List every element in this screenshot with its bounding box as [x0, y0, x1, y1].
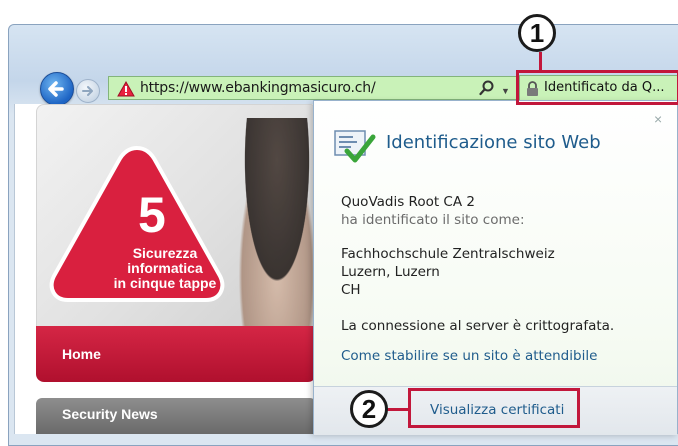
url-scheme: https://	[140, 80, 189, 96]
callout-one: 1	[518, 14, 556, 52]
badge-text-line2: informatica	[127, 260, 203, 276]
close-icon[interactable]: ×	[654, 111, 662, 127]
org-name: Fachhochschule Zentralschweiz	[341, 246, 555, 262]
search-icon[interactable]	[479, 80, 495, 96]
dropdown-icon[interactable]: ▼	[501, 86, 510, 96]
badge-text-line3: in cinque tappe	[113, 275, 217, 291]
trust-help-link[interactable]: Come stabilire se un sito è attendibile	[341, 348, 597, 364]
callout-two-line	[386, 408, 409, 411]
badge-text: Sicurezza informatica in cinque tappe	[100, 246, 230, 291]
security-news-heading[interactable]: Security News	[62, 406, 158, 422]
callout-two: 2	[350, 390, 388, 428]
encryption-status: La connessione al server è crittografata…	[341, 318, 615, 334]
warning-triangle-icon	[117, 81, 135, 97]
certificate-icon	[334, 130, 376, 163]
badge-text-line1: Sicurezza	[132, 245, 198, 261]
popup-title: Identificazione sito Web	[386, 132, 601, 153]
identity-highlight-box	[516, 70, 678, 105]
url-text: https://www.ebankingmasicuro.ch/	[140, 80, 376, 96]
back-arrow-icon	[48, 81, 64, 97]
hero-photo	[232, 118, 322, 328]
back-button[interactable]	[40, 72, 74, 106]
badge-number: 5	[138, 187, 166, 243]
callout-one-line	[539, 52, 542, 71]
forward-button[interactable]	[76, 79, 100, 103]
certificates-highlight-box	[408, 388, 580, 428]
home-link[interactable]: Home	[62, 346, 101, 362]
org-city: Luzern, Luzern	[341, 264, 440, 280]
identified-as-text: ha identificato il sito come:	[341, 212, 525, 228]
forward-arrow-icon	[82, 86, 93, 96]
url-host: www.ebankingmasicuro.ch/	[188, 80, 376, 96]
org-country: CH	[341, 282, 361, 298]
ca-name: QuoVadis Root CA 2	[341, 194, 475, 210]
address-bar[interactable]: https://www.ebankingmasicuro.ch/ ▼	[108, 76, 518, 100]
